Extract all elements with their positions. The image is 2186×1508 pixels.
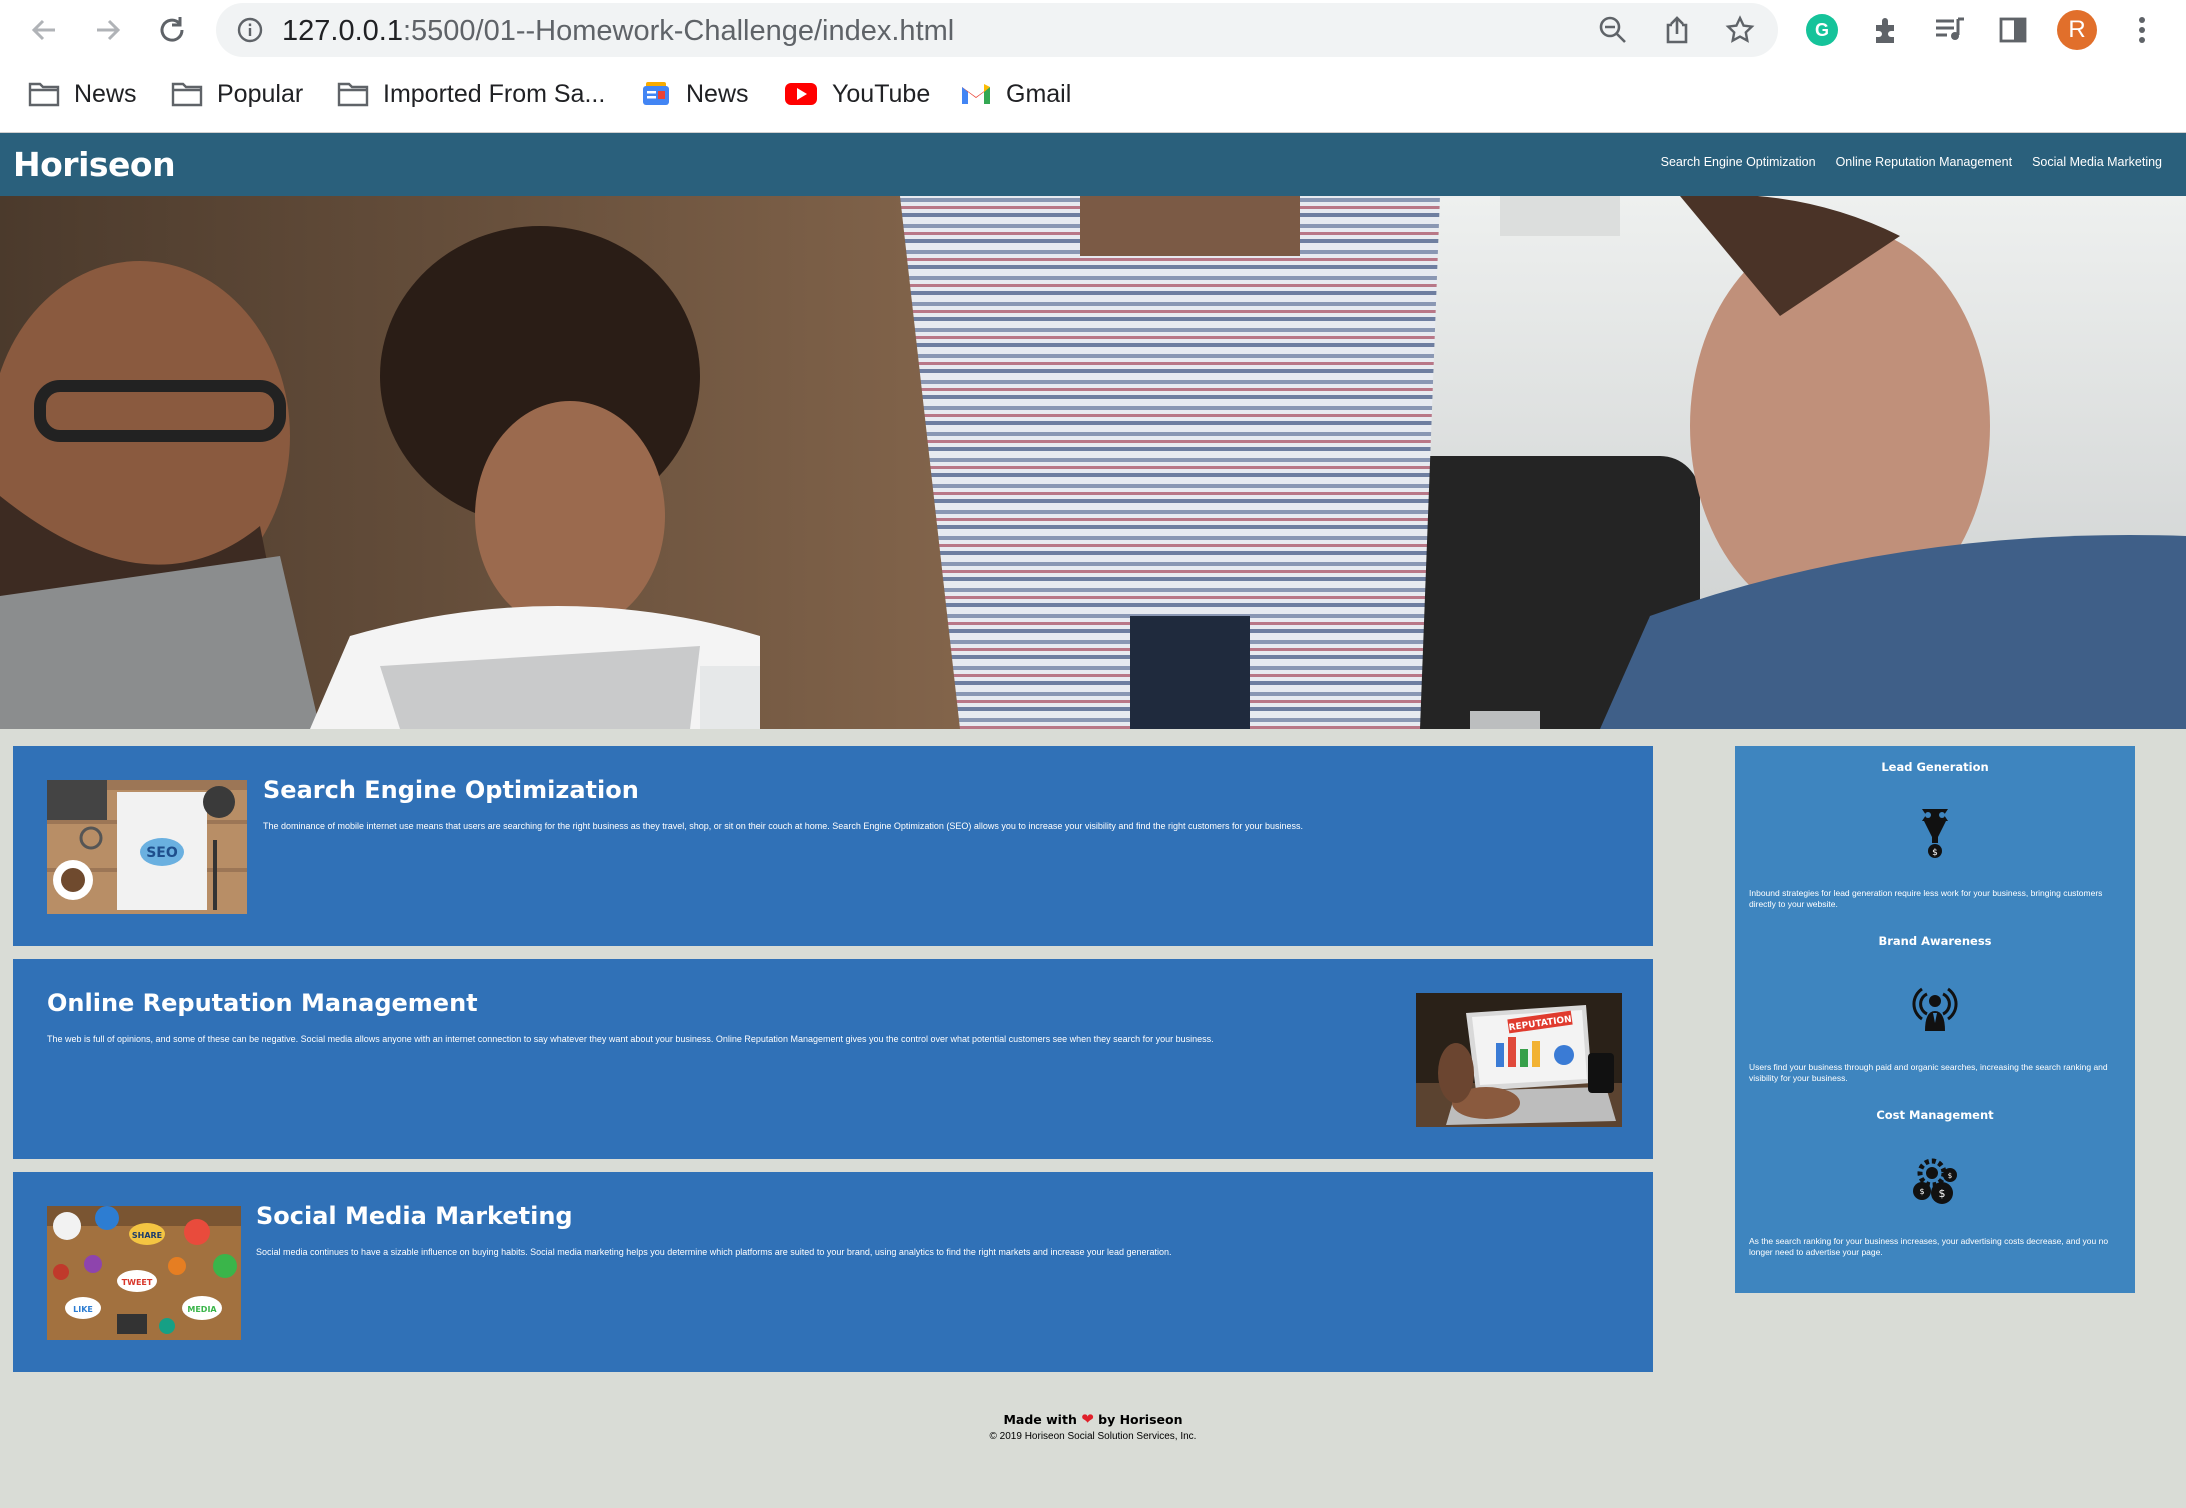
google-news-icon xyxy=(643,82,669,105)
benefit-text: Inbound strategies for lead generation r… xyxy=(1749,888,2103,909)
made-suffix: by Horiseon xyxy=(1098,1412,1183,1427)
benefit-title: Cost Management xyxy=(1876,1108,1994,1122)
back-arrow-icon xyxy=(31,19,55,41)
site-header: Horiseon Search Engine Optimization Onli… xyxy=(0,133,2186,196)
gmail-icon xyxy=(962,84,990,104)
bubble-share: SHARE xyxy=(132,1231,162,1240)
svg-text:$: $ xyxy=(1919,1187,1924,1196)
url-host: 127.0.0.1 xyxy=(282,15,403,47)
bookmark-label: News xyxy=(74,79,137,108)
forward-arrow-icon xyxy=(97,19,121,41)
folder-icon xyxy=(28,82,60,107)
bookmark-imported-folder[interactable]: Imported From Sa... xyxy=(337,74,605,114)
bookmark-star-icon[interactable] xyxy=(1721,11,1759,49)
browser-chrome: 127.0.0.1:5500/01--Homework-Challenge/in… xyxy=(0,0,2186,133)
media-queue-icon[interactable] xyxy=(1930,10,1970,50)
bookmark-popular-folder[interactable]: Popular xyxy=(171,74,303,114)
nav-link-reputation[interactable]: Online Reputation Management xyxy=(1836,155,2013,169)
content-card-social-media: SHARE TWEET LIKE MEDIA Social Media Mark… xyxy=(13,1172,1653,1372)
footer-copyright: © 2019 Horiseon Social Solution Services… xyxy=(989,1431,1197,1442)
zoom-icon[interactable] xyxy=(1594,11,1632,49)
url-path: :5500/01--Homework-Challenge/index.html xyxy=(402,15,955,47)
benefit-text: Users find your business through paid an… xyxy=(1749,1062,2108,1083)
logo[interactable]: Horiseon xyxy=(13,145,176,184)
benefit-title: Brand Awareness xyxy=(1878,934,1992,948)
profile-avatar[interactable]: R xyxy=(2057,10,2097,50)
footer: Made with ❤ by Horiseon © 2019 Horiseon … xyxy=(0,1410,2186,1442)
youtube-icon xyxy=(785,83,817,105)
forward-button[interactable] xyxy=(88,10,128,50)
profile-initial: R xyxy=(2068,16,2086,43)
side-panel-icon[interactable] xyxy=(1993,10,2033,50)
card-title: Search Engine Optimization xyxy=(263,776,639,804)
card-text: Social media continues to have a sizable… xyxy=(256,1247,1172,1257)
benefit-title: Lead Generation xyxy=(1881,760,1989,774)
bubble-media: MEDIA xyxy=(187,1305,217,1314)
bookmark-label: Popular xyxy=(217,79,304,108)
svg-text:SEO: SEO xyxy=(146,845,178,861)
card-text: The web is full of opinions, and some of… xyxy=(47,1034,1214,1044)
svg-text:$: $ xyxy=(1939,1187,1946,1200)
heart-icon: ❤ xyxy=(1081,1410,1094,1428)
svg-text:G: G xyxy=(1815,20,1829,40)
hero-photo xyxy=(0,196,2186,729)
card-title: Online Reputation Management xyxy=(47,989,478,1017)
benefits-sidebar: Lead Generation $ Inbound strategies for… xyxy=(1735,746,2135,1293)
svg-text:$: $ xyxy=(1932,848,1938,858)
cost-management-icon: $ $ $ xyxy=(1905,1150,1965,1210)
bubble-like: LIKE xyxy=(73,1305,93,1314)
bookmark-news-folder[interactable]: News xyxy=(28,74,137,114)
extensions-puzzle-icon[interactable] xyxy=(1866,10,1906,50)
reputation-image: REPUTATION xyxy=(1416,993,1622,1127)
bookmark-label: Gmail xyxy=(1006,79,1072,108)
grammarly-extension-icon[interactable]: G xyxy=(1802,10,1842,50)
folder-icon xyxy=(171,82,203,107)
social-media-image: SHARE TWEET LIKE MEDIA xyxy=(47,1206,241,1340)
lead-generation-icon: $ xyxy=(1905,802,1965,862)
footer-made-with: Made with ❤ by Horiseon xyxy=(0,1410,2186,1428)
bookmark-label: YouTube xyxy=(832,79,931,108)
seo-image: SEO xyxy=(47,780,247,914)
address-bar[interactable]: 127.0.0.1:5500/01--Homework-Challenge/in… xyxy=(216,3,1778,57)
nav-link-seo[interactable]: Search Engine Optimization xyxy=(1661,155,1816,169)
svg-text:$: $ xyxy=(1948,1172,1952,1180)
main-nav: Search Engine Optimization Online Reputa… xyxy=(1661,155,2162,169)
content-card-reputation: Online Reputation Management The web is … xyxy=(13,959,1653,1159)
reload-icon xyxy=(160,17,184,42)
bookmark-gmail[interactable]: Gmail xyxy=(960,74,1071,114)
folder-icon xyxy=(337,82,369,107)
bookmark-youtube[interactable]: YouTube xyxy=(784,74,930,114)
back-button[interactable] xyxy=(24,10,64,50)
card-text: The dominance of mobile internet use mea… xyxy=(263,821,1304,831)
bookmark-label: Imported From Sa... xyxy=(383,79,606,108)
bookmark-google-news[interactable]: News xyxy=(640,74,749,114)
browser-menu-icon[interactable] xyxy=(2122,10,2162,50)
content-card-seo: SEO Search Engine Optimization The domin… xyxy=(13,746,1653,946)
url-text[interactable]: 127.0.0.1:5500/01--Homework-Challenge/in… xyxy=(282,15,954,48)
card-title: Social Media Marketing xyxy=(256,1202,573,1230)
bubble-tweet: TWEET xyxy=(122,1278,153,1287)
hero-image xyxy=(0,196,2186,729)
share-icon[interactable] xyxy=(1658,11,1696,49)
made-prefix: Made with xyxy=(1003,1412,1077,1427)
brand-awareness-icon xyxy=(1905,976,1965,1036)
reload-button[interactable] xyxy=(152,10,192,50)
nav-link-social-media[interactable]: Social Media Marketing xyxy=(2032,155,2162,169)
bookmark-label: News xyxy=(686,79,749,108)
info-icon[interactable] xyxy=(236,16,264,44)
benefit-text: As the search ranking for your business … xyxy=(1749,1236,2109,1257)
